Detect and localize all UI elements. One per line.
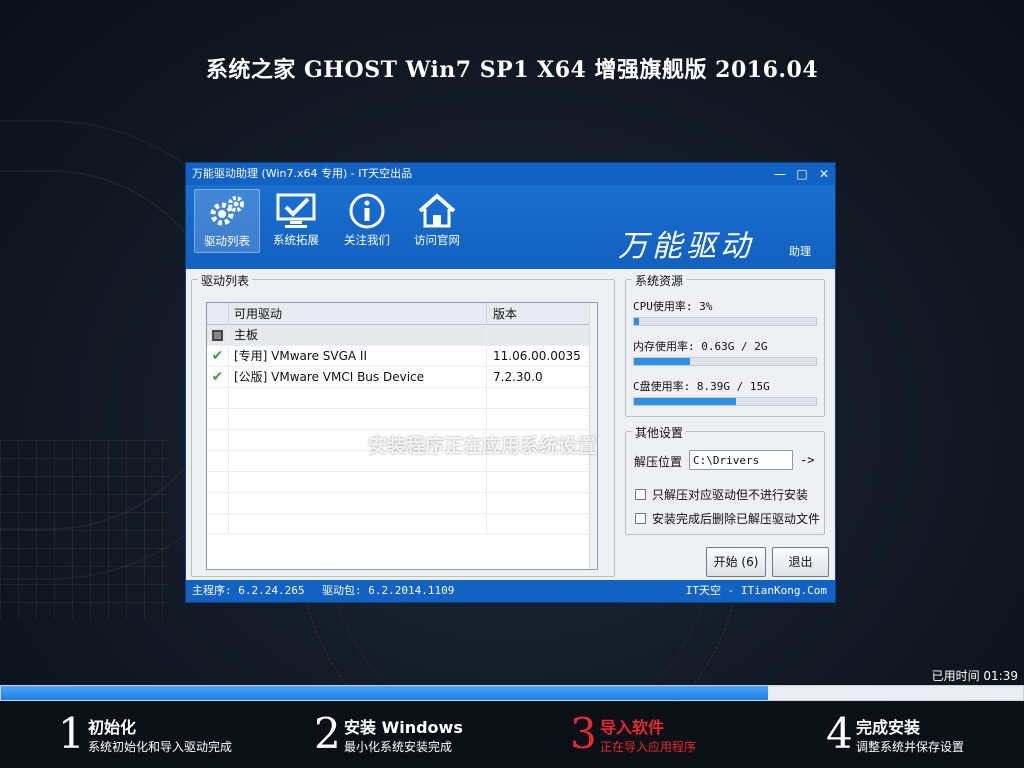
- exit-button[interactable]: 退出: [772, 547, 829, 577]
- column-header-driver[interactable]: 可用驱动: [229, 303, 487, 324]
- start-button[interactable]: 开始 (6): [706, 547, 766, 577]
- tool-system-expand[interactable]: 系统拓展: [263, 189, 329, 253]
- install-status-overlay: 安装程序正在应用系统设置: [368, 435, 597, 457]
- install-steps: 1 初始化 系统初始化和导入驱动完成 2 安装 Windows 最小化系统安装完…: [0, 702, 1024, 768]
- tool-label: 驱动列表: [204, 234, 250, 248]
- info-icon: [349, 193, 385, 229]
- empty-row: [207, 514, 597, 535]
- disk-usage-label: C盘使用率: 8.39G / 15G: [633, 380, 770, 393]
- step-title: 安装 Windows: [344, 718, 463, 737]
- disk-usage-fill: [634, 398, 736, 405]
- checkbox-box[interactable]: [635, 489, 646, 500]
- step-title: 导入软件: [600, 718, 665, 737]
- window-content: 驱动列表 可用驱动 版本 主板 ✔ [专用] VMware SVGA II 11…: [186, 269, 835, 581]
- memory-usage-label: 内存使用率: 0.63G / 2G: [633, 340, 768, 353]
- memory-usage-fill: [634, 358, 691, 365]
- close-button[interactable]: ✕: [813, 163, 835, 185]
- overall-progress-fill: [1, 686, 768, 700]
- checkmark-icon[interactable]: ✔: [212, 369, 224, 385]
- delete-after-install-checkbox[interactable]: 安装完成后删除已解压驱动文件: [635, 510, 820, 527]
- empty-row: [207, 388, 597, 409]
- row-name: [公版] VMware VMCI Bus Device: [229, 367, 487, 387]
- main-program-version: 主程序: 6.2.24.265: [192, 584, 305, 597]
- tool-label: 系统拓展: [273, 233, 319, 247]
- tool-driver-list[interactable]: 驱动列表: [194, 189, 260, 253]
- brand-subtitle: 助理: [789, 245, 811, 258]
- gear-icon: [210, 196, 244, 226]
- monitor-check-icon: [276, 193, 316, 228]
- step-number: 4: [826, 709, 853, 758]
- brand-logo-text: 万能驱动: [618, 229, 754, 264]
- cpu-usage-label: CPU使用率: 3%: [633, 300, 713, 313]
- checkbox-label: 只解压对应驱动但不进行安装: [652, 488, 809, 502]
- toolbar: 驱动列表 系统拓展 关注我们 访问官网 万能驱动 助理: [186, 185, 835, 269]
- step-number: 1: [58, 709, 85, 758]
- step-title: 完成安装: [856, 718, 921, 737]
- list-header: 可用驱动 版本: [207, 303, 597, 325]
- driver-package-version: 驱动包: 6.2.2014.1109: [322, 584, 455, 597]
- extract-path-label: 解压位置: [634, 455, 683, 469]
- category-row-motherboard[interactable]: 主板: [207, 325, 597, 346]
- table-row[interactable]: ✔ [专用] VMware SVGA II 11.06.00.0035: [207, 346, 597, 367]
- setup-title: 系统之家 GHOST Win7 SP1 X64 增强旗舰版 2016.04: [205, 57, 819, 83]
- cpu-usage-fill: [634, 318, 640, 325]
- tool-visit-site[interactable]: 访问官网: [404, 189, 470, 253]
- cpu-usage-bar: [633, 317, 817, 326]
- driver-list-group: 驱动列表 可用驱动 版本 主板 ✔ [专用] VMware SVGA II 11…: [191, 272, 615, 577]
- row-version: 7.2.30.0: [493, 370, 543, 384]
- minimize-button[interactable]: —: [769, 163, 791, 185]
- memory-usage-bar: [633, 357, 817, 366]
- extract-only-checkbox[interactable]: 只解压对应驱动但不进行安装: [635, 486, 808, 503]
- publisher-link[interactable]: IT天空 - ITianKong.Com: [686, 580, 827, 602]
- row-name: 主板: [229, 325, 487, 345]
- elapsed-time: 已用时间 01:39: [931, 669, 1018, 683]
- step-title: 初始化: [88, 718, 137, 737]
- row-version: [487, 325, 597, 345]
- overall-progress-bar: [0, 685, 1024, 701]
- step-description: 系统初始化和导入驱动完成: [88, 740, 233, 754]
- window-statusbar: 主程序: 6.2.24.265 驱动包: 6.2.2014.1109 IT天空 …: [186, 580, 835, 602]
- chip-icon: [212, 330, 223, 341]
- group-title: 其他设置: [632, 424, 687, 441]
- tool-label: 访问官网: [414, 233, 460, 247]
- step-number: 2: [314, 709, 341, 758]
- browse-arrow-button[interactable]: ->: [800, 453, 814, 467]
- other-settings-group: 其他设置 解压位置 -> 只解压对应驱动但不进行安装 安装完成后删除已解压驱动文…: [625, 424, 825, 535]
- window-titlebar[interactable]: 万能驱动助理 (Win7.x64 专用) - IT天空出品 — □ ✕: [186, 163, 835, 185]
- empty-row: [207, 493, 597, 514]
- step-description: 调整系统并保存设置: [856, 740, 965, 754]
- group-title: 驱动列表: [198, 272, 253, 289]
- row-name: [专用] VMware SVGA II: [229, 346, 487, 366]
- driver-assistant-window: 万能驱动助理 (Win7.x64 专用) - IT天空出品 — □ ✕ 驱动列表: [185, 162, 836, 603]
- maximize-button[interactable]: □: [791, 163, 813, 185]
- group-title: 系统资源: [632, 272, 687, 289]
- checkbox-label: 安装完成后删除已解压驱动文件: [652, 512, 821, 526]
- extract-path-input[interactable]: [689, 450, 793, 470]
- system-resources-group: 系统资源 CPU使用率: 3% 内存使用率: 0.63G / 2G C盘使用率:…: [625, 272, 825, 417]
- background-grid: [0, 440, 170, 620]
- step-description: 最小化系统安装完成: [344, 740, 453, 754]
- row-version: 11.06.00.0035: [493, 349, 581, 363]
- empty-row: [207, 472, 597, 493]
- empty-row: [207, 409, 597, 430]
- home-icon: [418, 193, 456, 228]
- table-row[interactable]: ✔ [公版] VMware VMCI Bus Device 7.2.30.0: [207, 367, 597, 388]
- tool-follow-us[interactable]: 关注我们: [334, 189, 400, 253]
- step-description: 正在导入应用程序: [600, 740, 697, 754]
- checkmark-icon[interactable]: ✔: [212, 348, 224, 364]
- checkbox-box[interactable]: [635, 513, 646, 524]
- disk-usage-bar: [633, 397, 817, 406]
- tool-label: 关注我们: [344, 233, 390, 247]
- window-title: 万能驱动助理 (Win7.x64 专用) - IT天空出品: [192, 167, 413, 180]
- column-header-version[interactable]: 版本: [487, 303, 597, 324]
- step-number: 3: [570, 709, 597, 758]
